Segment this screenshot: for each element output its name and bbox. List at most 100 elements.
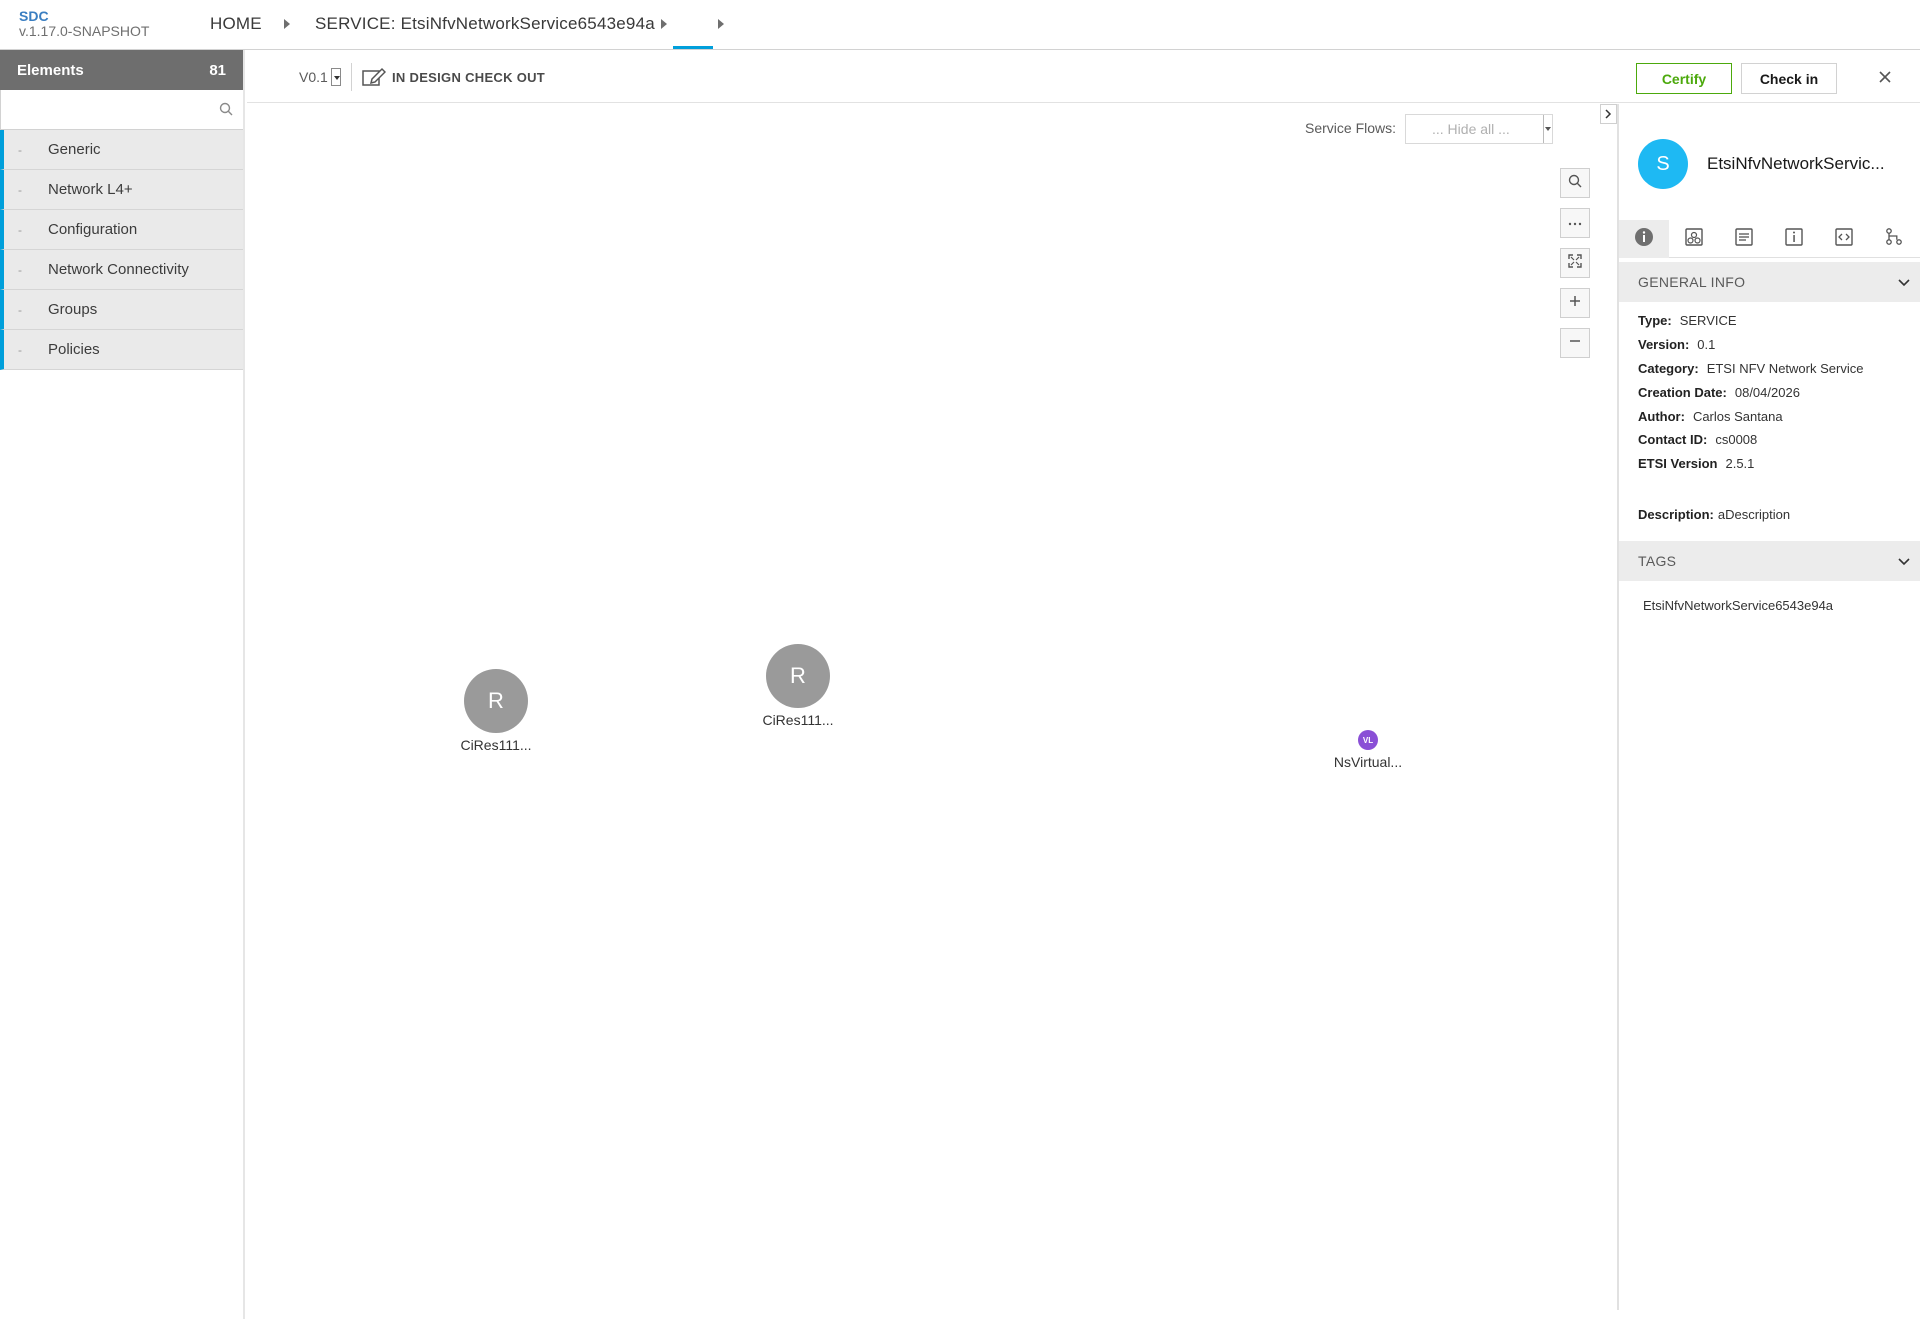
info-value: aDescription [1717, 507, 1791, 522]
info-key: Author: [1638, 409, 1685, 424]
tab-relations[interactable] [1869, 220, 1919, 258]
more-options-button[interactable] [1560, 208, 1590, 238]
breadcrumb-arrow-icon[interactable] [718, 19, 724, 29]
breadcrumb-arrow-icon[interactable] [661, 19, 667, 29]
palette-category-network-l4[interactable]: - Network L4+ [0, 170, 243, 210]
section-title: GENERAL INFO [1638, 274, 1746, 290]
palette-title: Elements [17, 61, 84, 79]
search-icon[interactable] [219, 102, 233, 121]
tab-api[interactable] [1819, 220, 1869, 258]
breadcrumb-arrow-icon[interactable] [284, 19, 290, 29]
lifecycle-state: IN DESIGN CHECK OUT [392, 70, 546, 85]
palette-category-groups[interactable]: - Groups [0, 290, 243, 330]
collapse-dash-icon: - [18, 142, 22, 157]
search-zoom-button[interactable] [1560, 168, 1590, 198]
info-value: 08/04/2026 [1734, 385, 1800, 400]
category-label: Policies [48, 341, 100, 358]
node-name: CiRes111... [762, 712, 834, 728]
certify-button[interactable]: Certify [1636, 63, 1732, 94]
category-label: Network Connectivity [48, 261, 189, 278]
service-avatar: S [1638, 139, 1688, 189]
workspace-toolbar: V0.1 IN DESIGN CHECK OUT Certify Check i… [247, 50, 1920, 103]
category-label: Network L4+ [48, 181, 133, 198]
composition-canvas[interactable]: Service Flows: ... Hide all ... R CiRes1… [247, 104, 1617, 1310]
palette-count: 81 [209, 61, 226, 79]
category-label: Configuration [48, 221, 138, 238]
info-value: Carlos Santana [1692, 409, 1783, 424]
info-row-description: Description: aDescription [1638, 507, 1790, 522]
info-row-version: Version: 0.1 [1638, 337, 1715, 352]
node-name: CiRes111... [460, 737, 532, 753]
palette-search [0, 90, 243, 130]
tags-section-header[interactable]: TAGS [1619, 541, 1920, 581]
breadcrumb-service[interactable]: SERVICE: EtsiNfvNetworkService6543e94a [315, 14, 655, 34]
info-key: ETSI Version [1638, 456, 1718, 471]
zoom-out-button[interactable] [1560, 328, 1590, 358]
tag-item: EtsiNfvNetworkService6543e94a [1643, 598, 1834, 613]
panel-tabs [1619, 220, 1920, 258]
canvas-node[interactable]: R CiRes111... [761, 644, 835, 728]
collapse-panel-button[interactable] [1600, 104, 1617, 124]
version-selector[interactable]: V0.1 [299, 69, 328, 85]
resource-node-icon: R [464, 669, 528, 733]
info-row-type: Type: SERVICE [1638, 313, 1737, 328]
tab-deployment-artifacts[interactable] [1669, 220, 1719, 258]
brand[interactable]: SDC v.1.17.0-SNAPSHOT [19, 9, 149, 39]
list-icon [1734, 227, 1754, 252]
palette-search-input[interactable] [1, 90, 243, 129]
info-key: Creation Date: [1638, 385, 1727, 400]
collapse-dash-icon: - [18, 342, 22, 357]
info-value: SERVICE [1679, 313, 1737, 328]
collapse-dash-icon: - [18, 182, 22, 197]
info-key: Category: [1638, 361, 1699, 376]
close-icon[interactable] [1875, 67, 1895, 87]
fit-to-screen-button[interactable] [1560, 248, 1590, 278]
code-icon [1834, 227, 1854, 252]
info-key: Description: [1638, 507, 1714, 522]
hierarchy-icon [1884, 227, 1904, 252]
node-name: NsVirtual... [1333, 754, 1403, 770]
chevron-down-icon [1898, 274, 1910, 290]
palette-category-network-connectivity[interactable]: - Network Connectivity [0, 250, 243, 290]
info-row-category: Category: ETSI NFV Network Service [1638, 361, 1863, 376]
virtual-link-node-icon: VL [1358, 730, 1378, 750]
top-header: SDC v.1.17.0-SNAPSHOT HOME SERVICE: Etsi… [0, 0, 1920, 50]
tab-information[interactable] [1769, 220, 1819, 258]
info-row-etsi-version: ETSI Version 2.5.1 [1638, 456, 1754, 471]
elements-palette: Elements 81 - Generic - Network L4+ - Co… [0, 50, 245, 1319]
minus-icon [1569, 334, 1581, 352]
category-label: Generic [48, 141, 101, 158]
chevron-down-icon [1898, 553, 1910, 569]
check-in-button[interactable]: Check in [1741, 63, 1837, 94]
panel-title: EtsiNfvNetworkServic... [1707, 154, 1885, 173]
canvas-node[interactable]: R CiRes111... [459, 669, 533, 753]
info-key: Version: [1638, 337, 1690, 352]
palette-category-configuration[interactable]: - Configuration [0, 210, 243, 250]
artifacts-icon [1684, 227, 1704, 252]
app-name: SDC [19, 8, 49, 24]
chevron-down-icon[interactable] [331, 68, 341, 86]
tab-general-info[interactable] [1619, 220, 1669, 258]
canvas-node[interactable]: VL NsVirtual... [1328, 730, 1408, 770]
general-info-section-header[interactable]: GENERAL INFO [1619, 262, 1920, 302]
edit-checkout-icon [362, 67, 387, 92]
breadcrumb-home[interactable]: HOME [210, 14, 262, 34]
ellipsis-icon [1568, 214, 1582, 232]
tab-properties[interactable] [1719, 220, 1769, 258]
search-icon [1568, 174, 1582, 193]
info-key: Type: [1638, 313, 1672, 328]
info-value: 0.1 [1697, 337, 1716, 352]
app-version: v.1.17.0-SNAPSHOT [19, 23, 150, 39]
info-row-contact-id: Contact ID: cs0008 [1638, 432, 1757, 447]
zoom-in-button[interactable] [1560, 288, 1590, 318]
info-value: ETSI NFV Network Service [1706, 361, 1864, 376]
info-circle-icon [1634, 227, 1654, 252]
chevron-down-icon [1543, 115, 1551, 143]
palette-category-generic[interactable]: - Generic [0, 130, 243, 170]
collapse-dash-icon: - [18, 302, 22, 317]
resource-node-icon: R [766, 644, 830, 708]
service-flows-select[interactable]: ... Hide all ... [1405, 114, 1553, 144]
info-row-author: Author: Carlos Santana [1638, 409, 1783, 424]
palette-category-policies[interactable]: - Policies [0, 330, 243, 370]
divider [351, 63, 352, 91]
